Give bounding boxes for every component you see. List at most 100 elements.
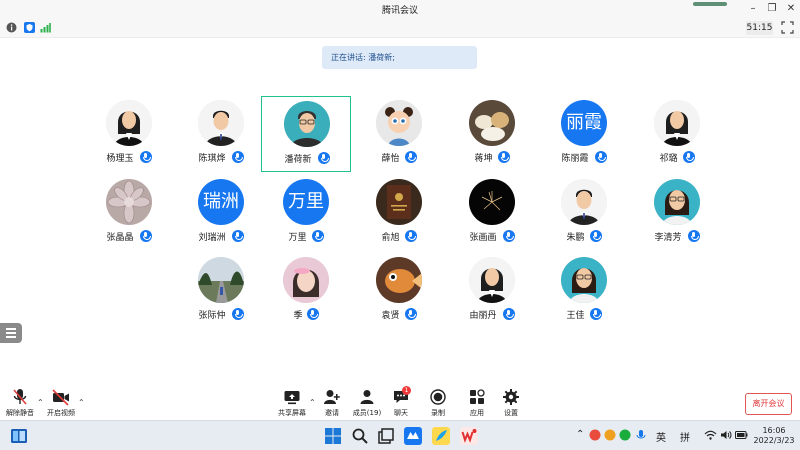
- participant-name: 由丽丹: [469, 311, 497, 321]
- ime-mode[interactable]: 拼: [680, 429, 690, 444]
- mic-status-icon: [317, 152, 330, 164]
- avatar: [469, 179, 515, 225]
- participant-tile[interactable]: 张晶晶: [84, 175, 174, 251]
- mic-status-icon: [682, 151, 695, 163]
- meeting-toolbar: 解除静音 ⌃ 开启视频 ⌃ 共享屏幕 ⌃ 邀请 成员(19) 聊天 1 录制 应…: [0, 384, 800, 420]
- wifi-icon[interactable]: [704, 429, 717, 441]
- feather-app-icon[interactable]: [432, 427, 450, 445]
- mic-status-icon: [139, 230, 152, 242]
- mic-status-icon: [502, 308, 515, 320]
- avatar: [469, 257, 515, 303]
- participant-name: 季: [293, 311, 303, 321]
- participant-tile[interactable]: 王佳: [539, 253, 629, 329]
- participant-tile[interactable]: 李清芳: [632, 175, 722, 251]
- task-view-icon[interactable]: [10, 427, 28, 445]
- participant-name: 朱鹏: [566, 233, 585, 243]
- unmute-label: 解除静音: [6, 409, 34, 417]
- meeting-timer: 51:15: [746, 21, 773, 35]
- tray-overflow-chevron-icon[interactable]: ⌃: [576, 429, 584, 440]
- share-screen-label: 共享屏幕: [278, 409, 306, 417]
- meeting-status-bar: 51:15: [0, 18, 800, 38]
- tray-app-icon[interactable]: [619, 429, 631, 441]
- settings-button[interactable]: 设置: [500, 388, 522, 418]
- taskbar-clock[interactable]: 16:06 2022/3/23: [751, 426, 797, 446]
- ime-language[interactable]: 英: [656, 429, 666, 444]
- participant-tile[interactable]: 张际仲: [176, 253, 266, 329]
- unmute-button[interactable]: 解除静音: [4, 388, 36, 418]
- volume-icon[interactable]: [720, 429, 733, 441]
- members-icon: [360, 390, 374, 404]
- participant-tile[interactable]: 由丽丹: [447, 253, 537, 329]
- participant-tile[interactable]: 陈琪烨: [176, 96, 266, 172]
- participant-tile[interactable]: 瑞洲 刘瑞洲: [176, 175, 266, 251]
- avatar: [376, 179, 422, 225]
- battery-icon[interactable]: [735, 430, 748, 440]
- participant-name: 万里: [288, 233, 307, 243]
- members-button[interactable]: 成员(19): [352, 388, 382, 418]
- settings-label: 设置: [504, 409, 518, 417]
- share-screen-button[interactable]: 共享屏幕: [277, 388, 307, 418]
- apps-label: 应用: [470, 409, 484, 417]
- record-button[interactable]: 录制: [427, 388, 449, 418]
- tray-app-icon[interactable]: [604, 429, 616, 441]
- participant-name: 俞旭: [381, 233, 400, 243]
- mic-status-icon: [231, 151, 244, 163]
- camera-off-icon: [52, 389, 69, 406]
- gear-icon: [503, 389, 519, 405]
- participant-tile[interactable]: 杨理玉: [84, 96, 174, 172]
- participant-tile[interactable]: 朱鹏: [539, 175, 629, 251]
- tray-app-icon[interactable]: [589, 429, 601, 441]
- close-button[interactable]: ✕: [784, 2, 798, 16]
- minimize-button[interactable]: –: [746, 2, 760, 16]
- tencent-meeting-app-icon[interactable]: [404, 427, 422, 445]
- chat-label: 聊天: [394, 409, 408, 417]
- share-options-chevron-icon[interactable]: ⌃: [309, 398, 316, 407]
- invite-button[interactable]: 邀请: [320, 388, 344, 418]
- participant-name: 潘荷新: [284, 155, 312, 165]
- speaking-indicator: 正在讲话: 潘荷新;: [322, 46, 477, 69]
- participant-tile[interactable]: 蒋坤: [447, 96, 537, 172]
- participant-tile[interactable]: 袁贤: [354, 253, 444, 329]
- participant-name: 张画画: [469, 233, 497, 243]
- search-icon[interactable]: [351, 427, 369, 445]
- apps-icon: [470, 389, 485, 404]
- tray-mic-icon[interactable]: [635, 429, 647, 441]
- avatar: [654, 100, 700, 146]
- participant-name: 薛怡: [381, 154, 400, 164]
- avatar: [654, 179, 700, 225]
- participant-tile[interactable]: 俞旭: [354, 175, 444, 251]
- info-icon[interactable]: [6, 22, 17, 33]
- avatar: [106, 179, 152, 225]
- avatar: 丽霞: [561, 100, 607, 146]
- title-bar: 腾讯会议 – ❐ ✕: [0, 0, 800, 18]
- participant-tile[interactable]: 万里 万里: [261, 175, 351, 251]
- video-options-chevron-icon[interactable]: ⌃: [78, 398, 85, 407]
- participant-name: 祁璐: [659, 154, 678, 164]
- invite-label: 邀请: [325, 409, 339, 417]
- wps-office-icon[interactable]: [460, 427, 478, 445]
- participant-tile-active-speaker[interactable]: 潘荷新: [261, 96, 351, 172]
- signal-strength-icon[interactable]: [40, 22, 51, 33]
- mic-options-chevron-icon[interactable]: ⌃: [37, 398, 44, 407]
- meeting-window: 腾讯会议 – ❐ ✕ 51:15 正在讲话: 潘荷新; 杨理玉 陈琪烨 潘荷新 薛怡 蒋…: [0, 0, 800, 450]
- restore-button[interactable]: ❐: [765, 2, 779, 16]
- apps-button[interactable]: 应用: [466, 388, 488, 418]
- participant-tile[interactable]: 季: [261, 253, 351, 329]
- security-shield-icon[interactable]: [24, 22, 35, 33]
- mic-status-icon: [594, 151, 607, 163]
- task-switcher-icon[interactable]: [377, 427, 395, 445]
- mic-status-icon: [404, 308, 417, 320]
- participant-tile[interactable]: 张画画: [447, 175, 537, 251]
- list-toggle-icon[interactable]: [0, 323, 22, 343]
- start-video-button[interactable]: 开启视频: [45, 388, 77, 418]
- participant-tile[interactable]: 薛怡: [354, 96, 444, 172]
- leave-meeting-button[interactable]: 离开会议: [745, 393, 792, 415]
- windows-start-icon[interactable]: [324, 427, 342, 445]
- avatar: [198, 257, 244, 303]
- fullscreen-icon[interactable]: [781, 21, 794, 34]
- participant-tile[interactable]: 祁璐: [632, 96, 722, 172]
- avatar: [283, 257, 329, 303]
- mic-status-icon: [404, 230, 417, 242]
- network-indicator: [693, 2, 727, 6]
- participant-tile[interactable]: 丽霞 陈丽霞: [539, 96, 629, 172]
